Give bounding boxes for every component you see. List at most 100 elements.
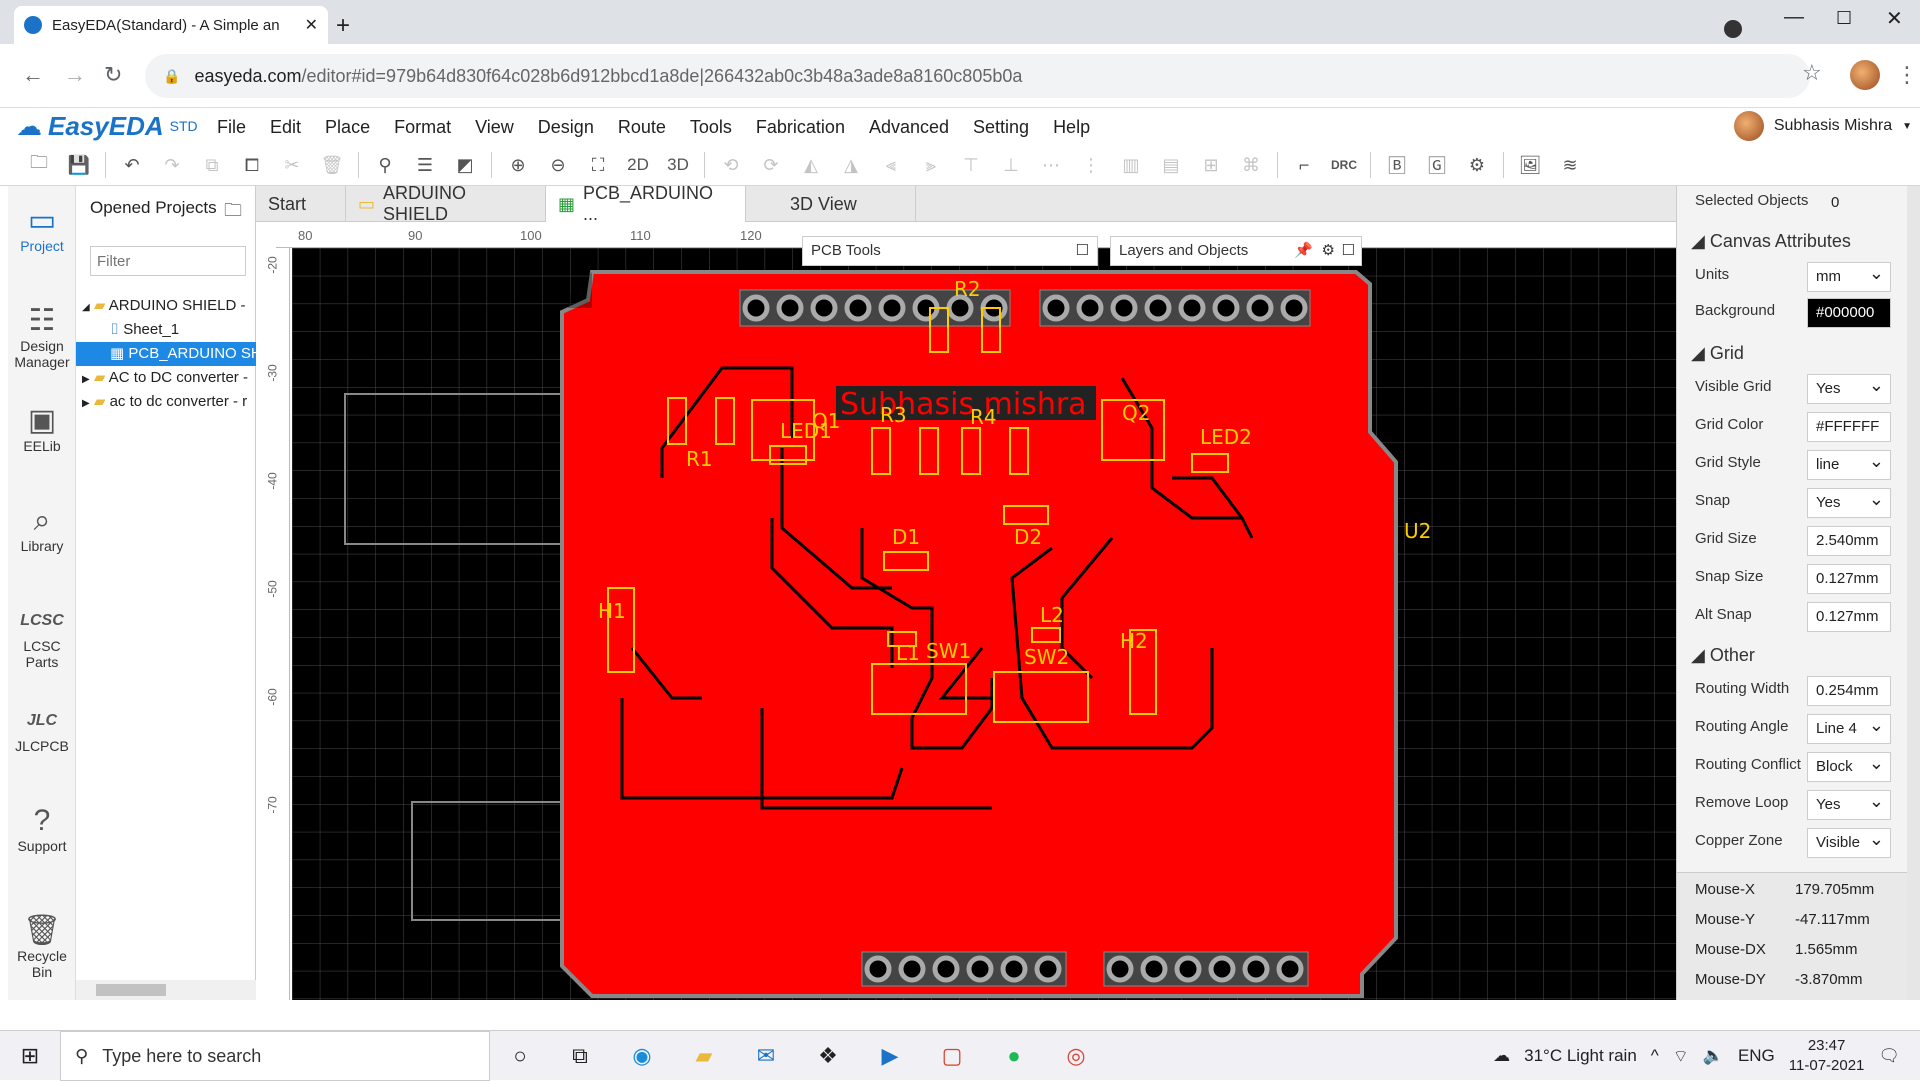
taskbar-search[interactable]: ⚲ Type here to search — [60, 1031, 490, 1081]
rotate-left-icon[interactable]: ⟲ — [712, 149, 750, 181]
maximize-icon[interactable]: ☐ — [1342, 237, 1355, 265]
designator-r3[interactable]: R3 — [880, 403, 907, 427]
grid-size-input[interactable]: 2.540mm — [1807, 526, 1891, 556]
tab-start[interactable]: Start — [256, 186, 346, 222]
background-color-input[interactable]: #000000 — [1807, 298, 1891, 328]
menu-format[interactable]: Format — [382, 112, 463, 142]
task-view-icon[interactable]: ⧉ — [562, 1039, 598, 1073]
rotate-right-icon[interactable]: ⟳ — [752, 149, 790, 181]
menu-setting[interactable]: Setting — [961, 112, 1041, 142]
designator-l1[interactable]: L1 — [896, 641, 920, 665]
export-image-icon[interactable]: 🖼 — [1511, 149, 1549, 181]
profile-avatar[interactable] — [1850, 60, 1880, 90]
section-other[interactable]: ◢ Other — [1677, 638, 1907, 672]
tab-3d-view[interactable]: 3D View — [746, 186, 916, 222]
search-icon[interactable]: ⚲ — [366, 149, 404, 181]
bookmark-star-icon[interactable]: ☆ — [1802, 60, 1822, 86]
cortana-icon[interactable]: ○ — [502, 1039, 538, 1073]
nav-library[interactable]: ⌕ Library — [8, 504, 76, 554]
distribute-v-icon[interactable]: ▤ — [1152, 149, 1190, 181]
designator-u2[interactable]: U2 — [1404, 519, 1431, 543]
nav-eelib[interactable]: ▣ EELib — [8, 404, 76, 454]
expand-icon[interactable]: ▶ — [82, 374, 90, 385]
folder-icon[interactable]: 🗀 — [224, 198, 242, 228]
minimize-icon[interactable]: — — [1784, 6, 1804, 29]
group-icon[interactable]: ⌘ — [1232, 149, 1270, 181]
tree-item-ac-dc-1[interactable]: ▶ ▰ AC to DC converter - — [76, 366, 256, 390]
view-2d-button[interactable]: 2D — [619, 149, 657, 181]
menu-advanced[interactable]: Advanced — [857, 112, 961, 142]
designator-h1[interactable]: H1 — [598, 599, 626, 623]
remove-loop-select[interactable]: Yes — [1807, 790, 1891, 820]
gear-icon[interactable]: ⚙ — [1322, 237, 1335, 265]
nav-jlcpcb[interactable]: JLC JLCPCB — [8, 704, 76, 754]
delete-icon[interactable]: 🗑 — [313, 149, 351, 181]
vertical-scrollbar[interactable] — [1907, 186, 1920, 1000]
fabrication-icon[interactable]: ⚙ — [1458, 149, 1496, 181]
tab-search-icon[interactable] — [1724, 20, 1742, 38]
align-center-h-icon[interactable]: ⋯ — [1032, 149, 1070, 181]
nav-lcsc-parts[interactable]: LCSC LCSC Parts — [8, 604, 76, 670]
designator-sw1[interactable]: SW1 — [926, 639, 971, 663]
language-indicator[interactable]: ENG — [1738, 1046, 1775, 1066]
nav-recycle-bin[interactable]: 🗑 Recycle Bin — [8, 914, 76, 980]
layers-icon[interactable]: ≋ — [1551, 149, 1589, 181]
menu-view[interactable]: View — [463, 112, 526, 142]
tab-arduino-shield[interactable]: ▭ ARDUINO SHIELD — [346, 183, 546, 224]
weather-text[interactable]: 31°C Light rain — [1524, 1046, 1637, 1066]
tab-pcb-arduino[interactable]: ▦ PCB_ARDUINO ... — [546, 183, 746, 224]
more-menu-icon[interactable]: ⋮ — [1896, 62, 1918, 88]
align-center-v-icon[interactable]: ⋮ — [1072, 149, 1110, 181]
designator-led1[interactable]: LED1 — [780, 419, 832, 443]
copper-zone-select[interactable]: Visible — [1807, 828, 1891, 858]
weather-icon[interactable]: ☁ — [1493, 1046, 1510, 1066]
section-grid[interactable]: ◢ Grid — [1677, 336, 1907, 370]
dropbox-icon[interactable]: ❖ — [810, 1039, 846, 1073]
mail-icon[interactable]: ✉ — [748, 1039, 784, 1073]
tree-item-arduino-shield[interactable]: ◢ ▰ ARDUINO SHIELD - — [76, 294, 256, 318]
expand-icon[interactable]: ▶ — [82, 398, 90, 409]
copy-icon[interactable]: ⧉ — [193, 149, 231, 181]
routing-angle-select[interactable]: Line 4 — [1807, 714, 1891, 744]
menu-design[interactable]: Design — [526, 112, 606, 142]
align-bottom-icon[interactable]: ⊥ — [992, 149, 1030, 181]
grid-align-icon[interactable]: ⊞ — [1192, 149, 1230, 181]
menu-tools[interactable]: Tools — [678, 112, 744, 142]
units-select[interactable]: mm — [1807, 262, 1891, 292]
route-icon[interactable]: ⌐ — [1285, 149, 1323, 181]
menu-route[interactable]: Route — [606, 112, 678, 142]
tree-item-ac-dc-2[interactable]: ▶ ▰ ac to dc converter - r — [76, 390, 256, 414]
designator-led2[interactable]: LED2 — [1200, 425, 1252, 449]
grid-color-input[interactable]: #FFFFFF — [1807, 412, 1891, 442]
designator-r4[interactable]: R4 — [970, 405, 997, 429]
new-tab-button[interactable]: + — [336, 12, 350, 40]
network-icon[interactable]: ⌔ — [1673, 1046, 1689, 1067]
volume-icon[interactable]: 🔈 — [1703, 1046, 1724, 1066]
pin-icon[interactable]: 📌 — [1294, 237, 1313, 265]
nav-support[interactable]: ? Support — [8, 804, 76, 854]
maximize-icon[interactable]: ☐ — [1076, 237, 1089, 265]
find-list-icon[interactable]: ☰ — [406, 149, 444, 181]
paste-icon[interactable]: ⧠ — [233, 149, 271, 181]
expand-icon[interactable]: ◢ — [82, 302, 90, 313]
distribute-h-icon[interactable]: ▥ — [1112, 149, 1150, 181]
fit-view-icon[interactable]: ⛶ — [579, 149, 617, 181]
tree-item-sheet[interactable]: ⌷ Sheet_1 — [76, 318, 256, 342]
save-icon[interactable]: 💾 — [60, 149, 98, 181]
designator-d1[interactable]: D1 — [892, 525, 920, 549]
address-bar[interactable]: 🔒 easyeda.com/editor#id=979b64d830f64c02… — [145, 54, 1810, 98]
redo-icon[interactable]: ↷ — [153, 149, 191, 181]
flip-vertical-icon[interactable]: ◮ — [832, 149, 870, 181]
zoom-in-icon[interactable]: ⊕ — [499, 149, 537, 181]
designator-h2[interactable]: H2 — [1120, 629, 1148, 653]
reload-icon[interactable]: ↻ — [104, 62, 122, 88]
designator-r1[interactable]: R1 — [686, 447, 713, 471]
filter-input[interactable] — [90, 246, 246, 276]
tree-item-pcb[interactable]: ▦ PCB_ARDUINO SH — [76, 342, 256, 366]
office-icon[interactable]: ▢ — [934, 1039, 970, 1073]
horizontal-scrollbar[interactable] — [76, 980, 256, 1000]
bom-icon[interactable]: 🄱 — [1378, 149, 1416, 181]
cut-icon[interactable]: ✂ — [273, 149, 311, 181]
file-explorer-icon[interactable]: ▰ — [686, 1039, 722, 1073]
nav-design-manager[interactable]: ☷ Design Manager — [8, 304, 76, 370]
